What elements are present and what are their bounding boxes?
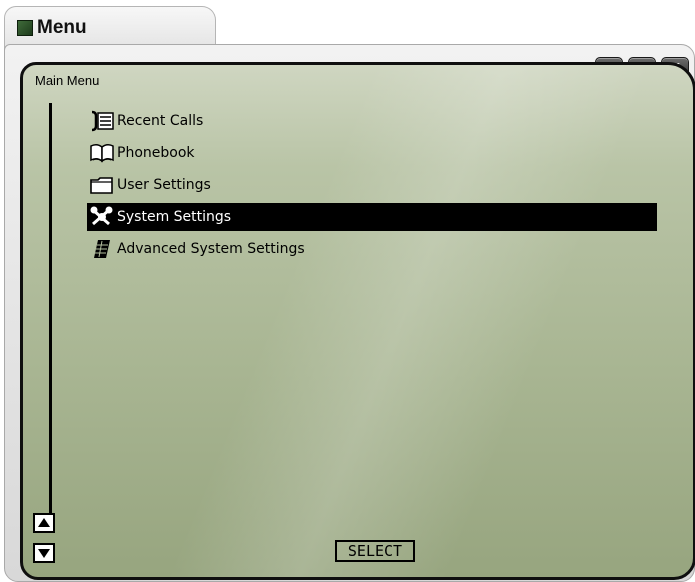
arrow-down-icon — [38, 549, 50, 558]
phone-screen: Main Menu Recent Calls Phonebook User Se… — [20, 62, 695, 580]
recent-calls-icon — [87, 109, 117, 133]
tools-icon — [87, 205, 117, 229]
folder-icon — [87, 173, 117, 197]
phonebook-icon — [87, 141, 117, 165]
window-title-area: Menu — [17, 17, 87, 39]
menu-item-label: Phonebook — [117, 145, 195, 161]
menu-item-label: User Settings — [117, 177, 211, 193]
menu-item-advanced-system-settings[interactable]: Advanced System Settings — [87, 233, 657, 265]
menu-item-label: Recent Calls — [117, 113, 204, 129]
menu-item-recent-calls[interactable]: Recent Calls — [87, 105, 657, 137]
screen-title: Main Menu — [35, 73, 100, 88]
menu-item-user-settings[interactable]: User Settings — [87, 169, 657, 201]
menu-item-label: Advanced System Settings — [117, 241, 305, 257]
scroll-up-button[interactable] — [33, 513, 55, 533]
arrow-up-icon — [38, 518, 50, 527]
menu-item-phonebook[interactable]: Phonebook — [87, 137, 657, 169]
scroll-rail[interactable] — [49, 103, 52, 533]
window-title: Menu — [37, 17, 87, 38]
main-menu-list: Recent Calls Phonebook User Settings Sys… — [87, 105, 657, 265]
scroll-down-button[interactable] — [33, 543, 55, 563]
keypad-icon — [87, 237, 117, 261]
app-icon — [17, 20, 33, 36]
select-softkey[interactable]: SELECT — [335, 540, 415, 562]
menu-item-label: System Settings — [117, 209, 232, 225]
menu-item-system-settings[interactable]: System Settings — [87, 203, 657, 231]
